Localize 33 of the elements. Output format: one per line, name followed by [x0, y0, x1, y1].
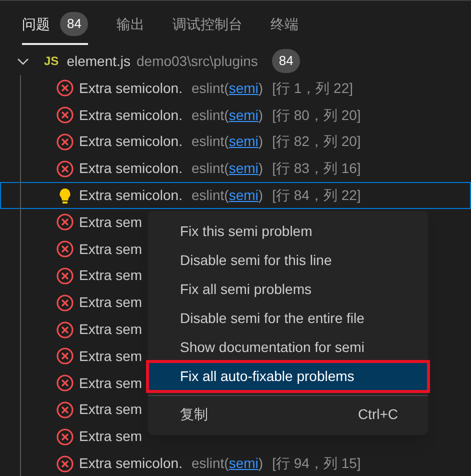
shortcut-label: Ctrl+C: [358, 405, 398, 424]
problem-message: Extra semicolon.: [79, 159, 182, 178]
problem-source: eslint(semi): [191, 454, 264, 474]
problem-message: Extra semicolon.: [79, 454, 182, 474]
problem-message: Extra semicolon.: [79, 186, 182, 206]
problem-source: eslint(semi): [191, 78, 264, 98]
problem-message: Extra sem: [79, 266, 142, 286]
problem-message: Extra sem: [79, 293, 142, 312]
problem-location: [行 82，列 20]: [272, 132, 361, 152]
file-path: demo03\src\plugins: [136, 52, 258, 71]
problem-location: [行 84，列 22]: [272, 186, 361, 206]
problem-message: Extra sem: [79, 240, 142, 259]
file-type-label: JS: [44, 53, 59, 70]
problem-message: Extra semicolon.: [79, 78, 182, 98]
problem-message: Extra sem: [79, 427, 142, 446]
problem-location: [行 80，列 20]: [272, 106, 361, 125]
problem-source: eslint(semi): [191, 186, 264, 206]
problem-message: Extra sem: [79, 212, 142, 232]
problem-source: eslint(semi): [191, 106, 264, 125]
problem-location: [行 83，列 16]: [272, 159, 361, 178]
file-name: element.js: [66, 52, 130, 71]
problem-message: Extra semicolon.: [79, 132, 182, 152]
problem-source: eslint(semi): [191, 132, 264, 152]
problem-message: Extra sem: [79, 374, 142, 393]
problem-source: eslint(semi): [191, 159, 264, 178]
problem-message: Extra sem: [79, 400, 142, 420]
problem-message: Extra sem: [79, 320, 142, 340]
problem-message: Extra semicolon.: [79, 106, 182, 125]
count-badge: 84: [60, 12, 88, 36]
problem-location: [行 94，列 15]: [272, 454, 361, 474]
problem-location: [行 1，列 22]: [272, 78, 353, 98]
count-badge: 84: [272, 49, 300, 73]
problem-message: Extra sem: [79, 346, 142, 366]
